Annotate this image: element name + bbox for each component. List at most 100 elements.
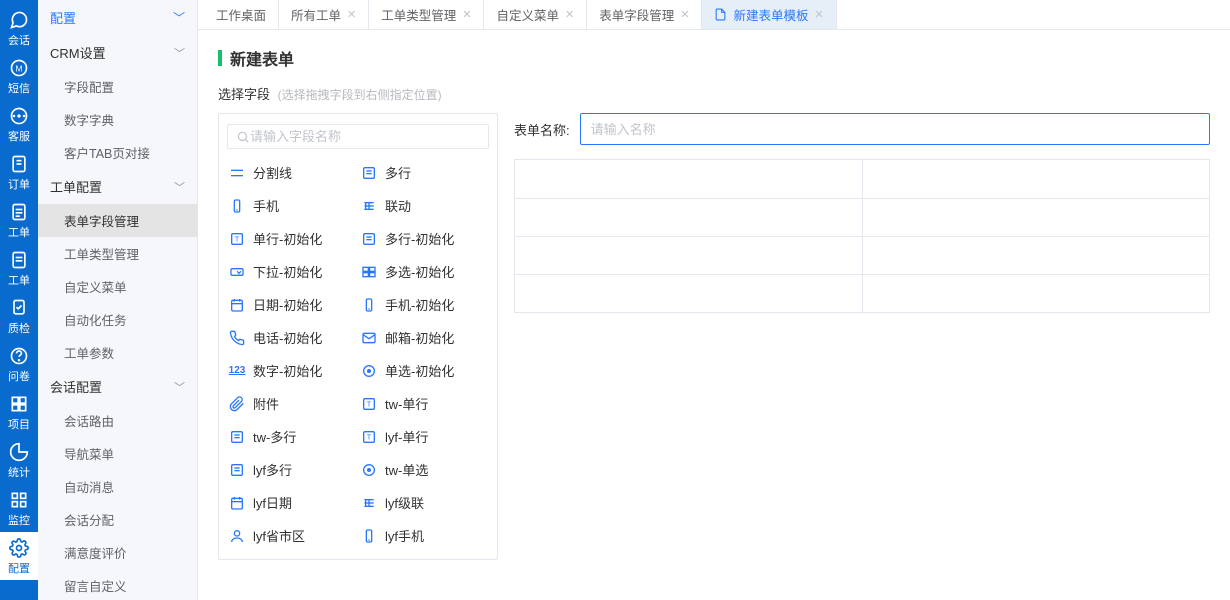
field-item[interactable]: 下拉-初始化	[229, 262, 355, 281]
sidebar-group[interactable]: 工单配置﹀	[38, 169, 197, 204]
sidebar-item[interactable]: 客户TAB页对接	[38, 136, 197, 169]
tab[interactable]: 工单类型管理✕	[369, 0, 484, 29]
tab[interactable]: 表单字段管理✕	[587, 0, 702, 29]
field-item[interactable]: 多行-初始化	[361, 229, 487, 248]
sidebar-group[interactable]: 会话配置﹀	[38, 369, 197, 404]
rail-item-stats[interactable]: 统计	[0, 436, 38, 484]
close-icon[interactable]: ✕	[680, 8, 689, 21]
form-grid-row[interactable]	[515, 236, 1209, 274]
field-item-label: tw-单选	[385, 460, 428, 479]
tab[interactable]: 所有工单✕	[279, 0, 369, 29]
rail-item-chat[interactable]: 会话	[0, 4, 38, 52]
field-item[interactable]: 分割线	[229, 163, 355, 182]
field-item[interactable]: 邮箱-初始化	[361, 328, 487, 347]
sidebar-item[interactable]: 导航菜单	[38, 437, 197, 470]
link-icon	[361, 198, 377, 214]
sidebar-item[interactable]: 表单字段管理	[38, 204, 197, 237]
form-grid-row[interactable]	[515, 274, 1209, 312]
title-accent-bar	[218, 50, 222, 66]
sidebar-header[interactable]: 配置 ﹀	[38, 0, 197, 35]
rail-label: 会话	[8, 32, 30, 48]
rail-label: 项目	[8, 416, 30, 432]
field-item[interactable]: 多行	[361, 163, 487, 182]
tab-label: 自定义菜单	[496, 5, 559, 24]
form-grid-cell[interactable]	[863, 160, 1210, 198]
sidebar-item[interactable]: 工单参数	[38, 336, 197, 369]
field-item[interactable]: 手机-初始化	[361, 295, 487, 314]
field-search[interactable]	[227, 124, 489, 149]
field-item[interactable]: 电话-初始化	[229, 328, 355, 347]
close-icon[interactable]: ✕	[814, 8, 823, 21]
svg-text:M: M	[16, 63, 23, 73]
field-item[interactable]: tw-多行	[229, 427, 355, 446]
field-item[interactable]: 联动	[361, 196, 487, 215]
radio-icon	[361, 363, 377, 379]
field-item[interactable]: Ttw-单行	[361, 394, 487, 413]
field-item[interactable]: 123数字-初始化	[229, 361, 355, 380]
svg-text:T: T	[235, 234, 240, 243]
rail-item-project[interactable]: 项目	[0, 388, 38, 436]
rail-item-monitor[interactable]: 监控	[0, 484, 38, 532]
form-grid-dropzone[interactable]	[514, 159, 1210, 313]
close-icon[interactable]: ✕	[462, 8, 471, 21]
document-icon	[714, 8, 727, 21]
sidebar-item[interactable]: 字段配置	[38, 70, 197, 103]
field-item[interactable]: 单选-初始化	[361, 361, 487, 380]
form-name-label: 表单名称:	[514, 120, 570, 139]
field-item-label: lyf-单行	[385, 427, 428, 446]
form-grid-cell[interactable]	[515, 275, 863, 312]
sidebar-item[interactable]: 数字字典	[38, 103, 197, 136]
rail-item-survey[interactable]: 问卷	[0, 340, 38, 388]
field-item[interactable]: tw-单选	[361, 460, 487, 479]
field-item[interactable]: 手机	[229, 196, 355, 215]
form-grid-cell[interactable]	[515, 237, 863, 274]
form-grid-cell[interactable]	[863, 237, 1210, 274]
field-search-input[interactable]	[250, 129, 480, 144]
sidebar-item[interactable]: 自定义菜单	[38, 270, 197, 303]
sidebar-item[interactable]: 自动消息	[38, 470, 197, 503]
field-item[interactable]: T单行-初始化	[229, 229, 355, 248]
field-item[interactable]: lyf手机	[361, 526, 487, 545]
rail-item-order[interactable]: 订单	[0, 148, 38, 196]
sidebar-item[interactable]: 会话路由	[38, 404, 197, 437]
rail-item-qc[interactable]: 质检	[0, 292, 38, 340]
form-name-input[interactable]	[580, 113, 1210, 145]
form-grid-cell[interactable]	[863, 275, 1210, 312]
form-grid-cell[interactable]	[515, 199, 863, 236]
single-icon: T	[361, 429, 377, 445]
form-grid-row[interactable]	[515, 160, 1209, 198]
field-item[interactable]: lyf级联	[361, 493, 487, 512]
sidebar-item[interactable]: 自动化任务	[38, 303, 197, 336]
chevron-down-icon: ﹀	[174, 379, 185, 395]
phone-icon	[361, 528, 377, 544]
field-item[interactable]: lyf多行	[229, 460, 355, 479]
sidebar-group[interactable]: CRM设置﹀	[38, 35, 197, 70]
rail-item-support[interactable]: 客服	[0, 100, 38, 148]
form-grid-row[interactable]	[515, 198, 1209, 236]
field-item[interactable]: lyf日期	[229, 493, 355, 512]
tab[interactable]: 自定义菜单 ✕	[484, 0, 587, 29]
field-item[interactable]: lyf省市区	[229, 526, 355, 545]
form-grid-cell[interactable]	[863, 199, 1210, 236]
rail-item-ticket[interactable]: 工单	[0, 196, 38, 244]
field-item[interactable]: Tlyf-单行	[361, 427, 487, 446]
rail-label: 订单	[8, 176, 30, 192]
field-item-label: 数字-初始化	[253, 361, 322, 380]
rail-item-sms[interactable]: M短信	[0, 52, 38, 100]
form-grid-cell[interactable]	[515, 160, 863, 198]
tab[interactable]: 工作桌面	[204, 0, 279, 29]
field-item[interactable]: 多选-初始化	[361, 262, 487, 281]
sidebar-item[interactable]: 留言自定义	[38, 569, 197, 600]
sidebar-item[interactable]: 满意度评价	[38, 536, 197, 569]
sidebar-item[interactable]: 会话分配	[38, 503, 197, 536]
close-icon[interactable]: ✕	[347, 8, 356, 21]
rail-item-ticket2[interactable]: 工单	[0, 244, 38, 292]
page-title-text: 新建表单	[230, 46, 294, 70]
chevron-down-icon: ﹀	[173, 9, 185, 26]
rail-item-gear[interactable]: 配置	[0, 532, 38, 580]
close-icon[interactable]: ✕	[565, 8, 574, 21]
sidebar-item[interactable]: 工单类型管理	[38, 237, 197, 270]
field-item[interactable]: 日期-初始化	[229, 295, 355, 314]
field-item[interactable]: 附件	[229, 394, 355, 413]
tab[interactable]: 新建表单模板✕	[702, 0, 836, 29]
